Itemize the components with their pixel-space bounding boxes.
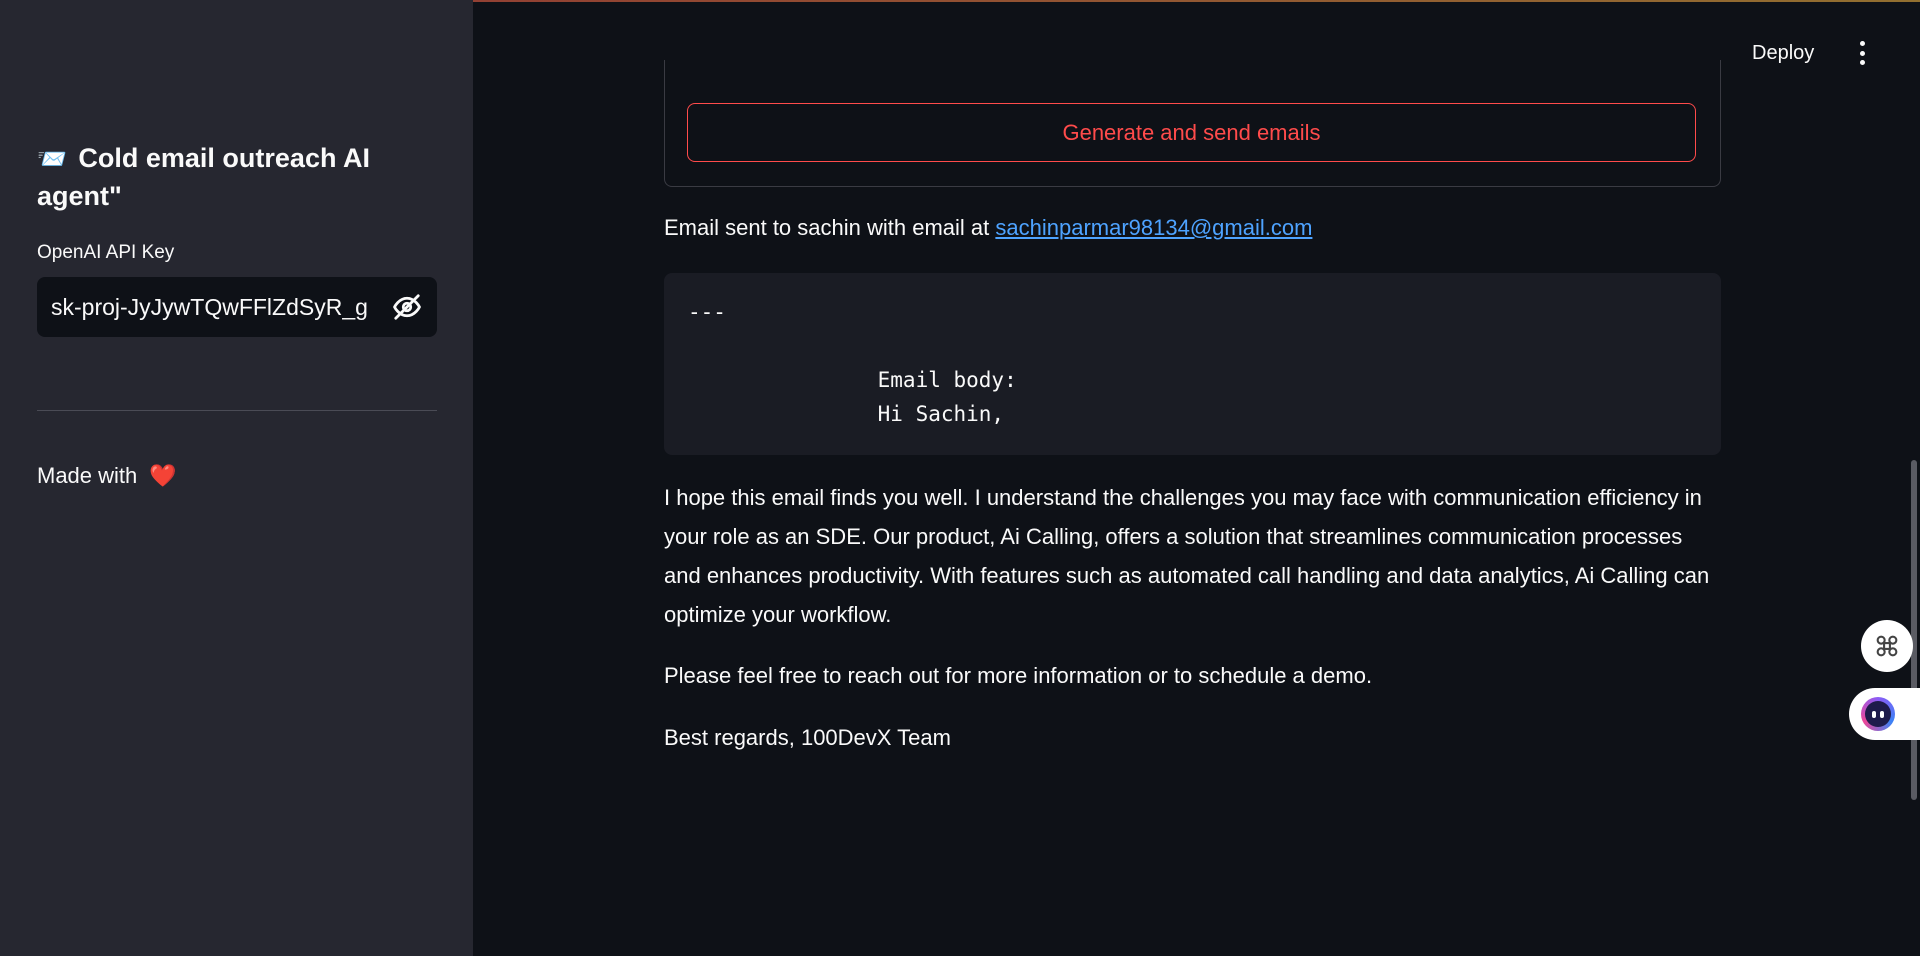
kebab-menu-icon[interactable] [1856,38,1868,68]
sidebar-title: 📨 Cold email outreach AI agent" [37,140,427,215]
generate-send-button[interactable]: Generate and send emails [687,103,1696,162]
envelope-emoji-icon: 📨 [37,146,67,173]
email-paragraph-2: Please feel free to reach out for more i… [664,663,1373,688]
email-sent-status: Email sent to sachin with email at sachi… [664,215,1312,241]
scrollbar-thumb[interactable] [1911,460,1917,800]
made-with-label: Made with [37,463,138,488]
api-key-field [37,277,437,337]
api-key-label: OpenAI API Key [37,242,175,263]
eye-off-icon[interactable] [391,291,423,323]
email-paragraph-1: I hope this email finds you well. I unde… [664,485,1710,627]
deploy-button[interactable]: Deploy [1746,38,1820,69]
command-icon[interactable] [1861,620,1913,672]
api-key-input[interactable] [51,293,383,321]
made-with-text: Made with ❤️ [37,463,177,489]
email-link[interactable]: sachinparmar98134@gmail.com [995,215,1312,240]
email-paragraph-3: Best regards, 100DevX Team [664,725,951,750]
sidebar: 📨 Cold email outreach AI agent" OpenAI A… [0,0,473,956]
email-body-code-block: --- Email body: Hi Sachin, [664,273,1721,455]
email-sent-prefix: Email sent to sachin with email at [664,215,996,240]
sidebar-title-text: Cold email outreach AI agent" [37,143,370,211]
sidebar-divider [37,410,437,411]
bot-icon[interactable] [1849,688,1920,740]
heart-icon: ❤️ [149,463,177,488]
